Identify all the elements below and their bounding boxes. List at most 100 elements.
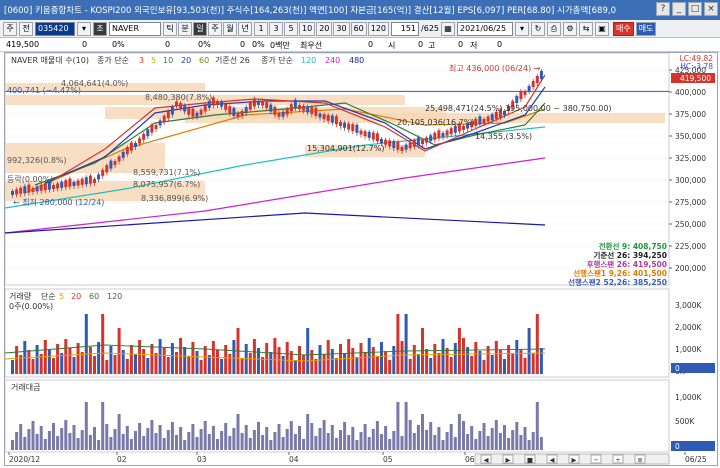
candle-body (27, 184, 31, 193)
period-button-3[interactable]: 주 (208, 21, 222, 36)
lock-icon[interactable]: ▣ (595, 21, 609, 36)
volume-bar (27, 350, 31, 374)
stock-lookup-button[interactable]: 조 (93, 21, 107, 36)
minute-button-20[interactable]: 20 (316, 21, 333, 36)
print-icon[interactable]: ⎙ (547, 21, 561, 36)
link-icon[interactable]: ⇆ (579, 21, 593, 36)
code-dropdown-icon[interactable]: ▾ (77, 21, 91, 36)
y-tick-label: 400,000 (675, 88, 706, 97)
amount-bar (441, 440, 445, 450)
toggle-all[interactable]: 전 (19, 21, 33, 36)
minute-button-3[interactable]: 3 (269, 21, 283, 36)
amount-bar (35, 434, 39, 450)
volume-last-tag-text: 0 (675, 364, 680, 373)
ma2-legend-480: 480 (349, 56, 364, 65)
x-tick-label: 06 (465, 455, 475, 464)
amount-bar (162, 438, 166, 450)
chart-frame[interactable]: NAVER 매물대 수(10) 종가 단순 3 5 10 20 60 기준선 26 종가… (4, 52, 718, 466)
candle-body (97, 174, 101, 180)
candle-body (298, 105, 301, 109)
amount-bar (293, 434, 297, 450)
amount-bar (445, 432, 449, 450)
volume-bar (80, 352, 84, 374)
candle-body (60, 181, 64, 188)
amount-bar (326, 433, 330, 450)
toggle-stock[interactable]: 주 (3, 21, 17, 36)
bar-count-input[interactable]: 151 (391, 21, 420, 36)
volume-bar (72, 357, 76, 374)
candle-body (191, 108, 195, 117)
amount-bar (179, 427, 183, 450)
candle-body (64, 180, 68, 188)
volume-ma-legend-20: 20 (71, 292, 81, 301)
date-input[interactable]: 2021/06/25 (457, 21, 513, 36)
amount-bar (125, 426, 129, 450)
volume-bar (437, 353, 441, 374)
period-button-5[interactable]: 년 (238, 21, 252, 36)
ma2-legend-120: 120 (301, 56, 316, 65)
volume-bar (93, 356, 96, 374)
volume-bar (31, 359, 35, 374)
amount-bar (113, 429, 117, 450)
candle-body (347, 123, 351, 130)
dropdown-icon[interactable]: ▾ (515, 21, 529, 36)
candle-body (273, 106, 277, 115)
amount-bar (43, 439, 47, 450)
period-button-2[interactable]: 일 (193, 21, 207, 36)
amount-bar (134, 431, 137, 450)
minute-button-10[interactable]: 10 (299, 21, 316, 36)
ichimoku-legend-item-3: 선행스팬1 9,26: 401,500 (573, 268, 667, 278)
volume-bar (322, 354, 326, 374)
volume-bar (482, 360, 486, 374)
amount-bar (380, 434, 383, 450)
volume-bar (11, 360, 14, 374)
settings-icon[interactable]: ⚙ (563, 21, 577, 36)
calendar-icon[interactable]: ▦ (441, 21, 455, 36)
candle-body (515, 96, 519, 103)
period-button-1[interactable]: 분 (178, 21, 192, 36)
minute-button-120[interactable]: 120 (367, 21, 390, 36)
volume-bar (343, 353, 347, 374)
refresh-icon[interactable]: ↻ (531, 21, 545, 36)
period-button-0[interactable]: 틱 (163, 21, 177, 36)
volume-y-tick-label: 3,000K (675, 301, 702, 310)
volume-bar (531, 353, 535, 374)
x-tick-label: 2020/12 (9, 455, 40, 464)
amount-bar (15, 432, 19, 450)
period-button-4[interactable]: 월 (223, 21, 237, 36)
amount-bar (117, 414, 121, 450)
amount-bar (121, 434, 125, 450)
svg-text:NAVER 매물대 수(10): NAVER 매물대 수(10) (11, 56, 89, 65)
candle-body (269, 104, 273, 112)
stock-chart[interactable]: NAVER 매물대 수(10) 종가 단순 3 5 10 20 60 기준선 26 종가… (4, 52, 717, 465)
help-icon[interactable]: ? (656, 2, 670, 16)
amount-bar (232, 428, 236, 450)
buy-button[interactable]: 매수 (613, 21, 634, 36)
candle-body (175, 101, 178, 106)
volume-bar (203, 346, 207, 374)
vp-label-6: 14,355,(3.5%) (475, 132, 532, 141)
restore-icon[interactable]: □ (688, 2, 702, 16)
candle-body (105, 165, 109, 173)
minimize-icon[interactable]: _ (672, 2, 686, 16)
minute-button-5[interactable]: 5 (284, 21, 298, 36)
candle-body (150, 124, 154, 133)
candle-body (486, 116, 490, 122)
stock-code-input[interactable]: 035420 (35, 21, 75, 36)
minute-button-1[interactable]: 1 (254, 21, 268, 36)
candle-body (232, 107, 236, 116)
volume-bar (408, 359, 412, 374)
sell-button[interactable]: 매도 (635, 21, 657, 36)
volume-y-tick-label: 1,000K (675, 345, 702, 354)
volume-bar (388, 360, 392, 374)
amount-bar (503, 425, 506, 450)
candle-body (158, 120, 162, 126)
vp-label-2: 400,741 (−4.47%) (7, 86, 81, 95)
minute-button-60[interactable]: 60 (350, 21, 367, 36)
minute-button-30[interactable]: 30 (333, 21, 350, 36)
ma-legend-20: 20 (181, 56, 191, 65)
volume-bar (326, 340, 330, 374)
candle-body (19, 187, 23, 194)
volume-bar (539, 348, 543, 374)
close-icon[interactable]: × (704, 2, 718, 16)
